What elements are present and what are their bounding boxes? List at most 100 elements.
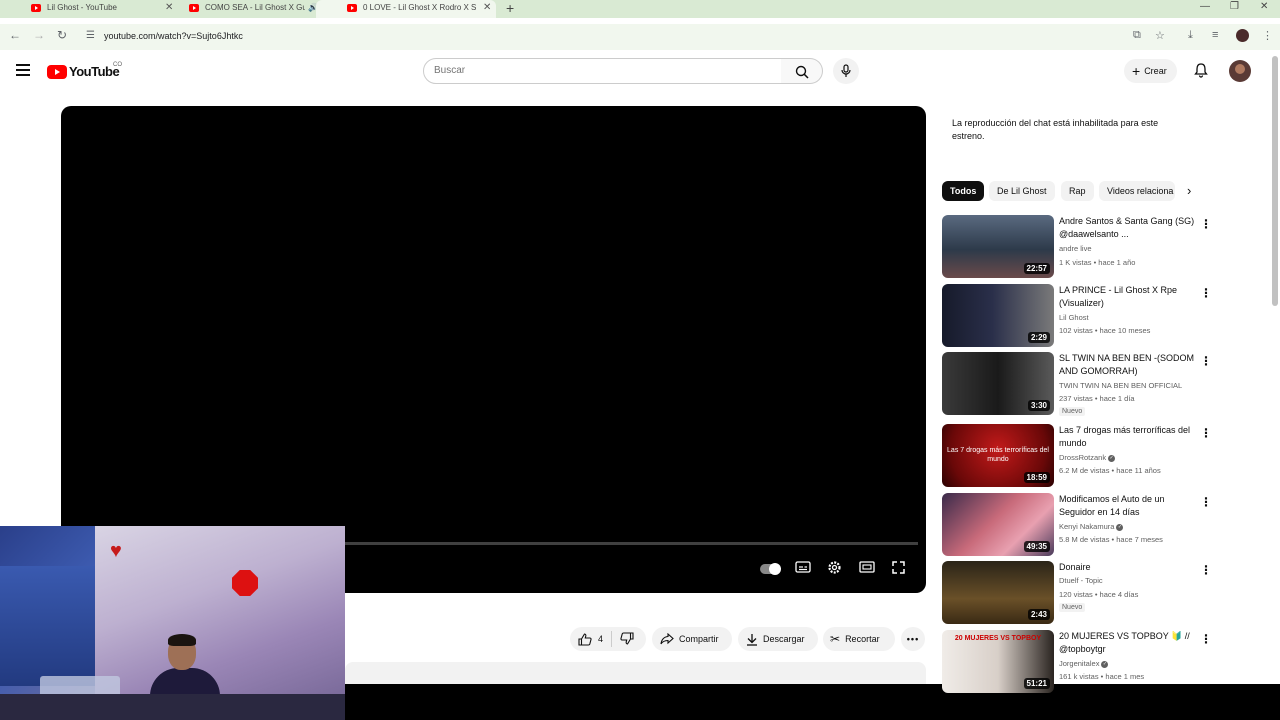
channel-name[interactable]: andre live xyxy=(1059,244,1092,253)
graffiti-wall xyxy=(95,526,345,696)
channel-name-text: DrossRotzank xyxy=(1059,453,1107,462)
video-thumbnail[interactable]: 49:35 xyxy=(942,493,1054,556)
more-vert-icon[interactable]: ⋮ xyxy=(1200,563,1212,577)
user-avatar[interactable] xyxy=(1229,60,1251,82)
restore-icon[interactable]: ❐ xyxy=(1230,1,1239,12)
media-control-icon[interactable]: ≡ xyxy=(1212,29,1218,41)
dislike-button[interactable] xyxy=(612,631,634,647)
more-vert-icon[interactable]: ⋮ xyxy=(1200,632,1212,646)
description-box[interactable] xyxy=(345,662,926,684)
channel-name[interactable]: Kenyi Nakamura ✓ xyxy=(1059,522,1124,531)
channel-name[interactable]: TWIN TWIN NA BEN BEN OFFICIAL xyxy=(1059,381,1182,390)
create-button[interactable]: + Crear xyxy=(1124,59,1177,83)
minimize-icon[interactable]: — xyxy=(1200,1,1210,12)
search-box[interactable] xyxy=(423,58,782,84)
video-player[interactable] xyxy=(61,106,926,593)
chip-todos[interactable]: Todos xyxy=(942,181,985,201)
bookmark-star-icon[interactable]: ☆ xyxy=(1155,29,1165,42)
channel-name[interactable]: Jorgenitalex ✓ xyxy=(1059,659,1109,668)
share-button[interactable]: Compartir xyxy=(652,627,732,651)
browser-tab-3-active[interactable]: 0 LOVE - Lil Ghost X Rodro X Sy ✕ xyxy=(316,0,496,18)
video-title[interactable]: Andre Santos & Santa Gang (SG) @daawelsa… xyxy=(1059,215,1197,241)
notifications-button[interactable] xyxy=(1193,62,1209,84)
thumbnail-caption: Las 7 drogas más terroríficas del mundo xyxy=(947,447,1049,463)
menu-icon[interactable] xyxy=(16,64,30,79)
download-button[interactable]: Descargar xyxy=(738,627,818,651)
browser-menu-icon[interactable]: ⋮ xyxy=(1262,29,1273,42)
video-meta: 6.2 M de vistas • hace 11 años xyxy=(1059,466,1161,475)
theater-mode-icon[interactable] xyxy=(859,560,875,574)
video-duration: 51:21 xyxy=(1023,678,1050,689)
close-tab-icon[interactable]: ✕ xyxy=(483,2,491,13)
chevron-right-icon[interactable]: › xyxy=(1187,183,1191,198)
list-item[interactable]: 22:57 Andre Santos & Santa Gang (SG) @da… xyxy=(942,215,1212,279)
more-actions-button[interactable]: ••• xyxy=(901,627,925,651)
video-duration: 2:29 xyxy=(1027,332,1050,343)
video-thumbnail[interactable]: 2:43 xyxy=(942,561,1054,624)
more-vert-icon[interactable]: ⋮ xyxy=(1200,217,1212,231)
new-badge: Nuevo xyxy=(1059,407,1086,416)
list-item[interactable]: 3:30 SL TWIN NA BEN BEN -(SODOM AND GOMO… xyxy=(942,352,1212,416)
youtube-logo[interactable]: YouTube CO xyxy=(47,62,122,79)
video-thumbnail[interactable]: 2:29 xyxy=(942,284,1054,347)
list-item[interactable]: 2:29 LA PRINCE - Lil Ghost X Rpe (Visual… xyxy=(942,284,1212,348)
more-vert-icon[interactable]: ⋮ xyxy=(1200,286,1212,300)
video-title[interactable]: Las 7 drogas más terroríficas del mundo xyxy=(1059,424,1197,450)
chip-rap[interactable]: Rap xyxy=(1061,181,1094,201)
browser-tab-1[interactable]: Lil Ghost - YouTube ✕ xyxy=(0,0,180,18)
channel-name[interactable]: Dtuelf - Topic xyxy=(1059,576,1103,585)
list-item[interactable]: 20 MUJERES VS TOPBOY 51:21 20 MUJERES VS… xyxy=(942,630,1212,694)
chip-de-lil-ghost[interactable]: De Lil Ghost xyxy=(989,181,1055,201)
logo-text: YouTube xyxy=(69,64,120,79)
chat-disabled-note: La reproducción del chat está inhabilita… xyxy=(952,118,1159,141)
search-input[interactable] xyxy=(434,65,754,76)
plus-icon: + xyxy=(1132,63,1141,79)
forward-icon[interactable]: → xyxy=(33,28,45,42)
video-thumbnail[interactable]: 22:57 xyxy=(942,215,1054,278)
reload-icon[interactable]: ↻ xyxy=(57,28,67,42)
list-item[interactable]: Las 7 drogas más terroríficas del mundo … xyxy=(942,424,1212,488)
back-icon[interactable]: ← xyxy=(9,28,21,42)
more-vert-icon[interactable]: ⋮ xyxy=(1200,495,1212,509)
like-button[interactable]: 4 xyxy=(570,632,603,646)
video-title[interactable]: Donaire xyxy=(1059,561,1197,574)
progress-bar[interactable] xyxy=(341,542,918,545)
more-vert-icon[interactable]: ⋮ xyxy=(1200,426,1212,440)
video-title[interactable]: Modificamos el Auto de un Seguidor en 14… xyxy=(1059,493,1197,519)
fullscreen-icon[interactable] xyxy=(891,560,906,575)
video-thumbnail[interactable]: Las 7 drogas más terroríficas del mundo … xyxy=(942,424,1054,487)
chip-videos-relacionados[interactable]: Videos relaciona xyxy=(1099,181,1175,201)
more-horizontal-icon: ••• xyxy=(906,634,920,644)
url-text[interactable]: youtube.com/watch?v=Sujto6Jhtkc xyxy=(104,31,243,41)
subtitles-icon[interactable] xyxy=(795,560,811,574)
close-window-icon[interactable]: ✕ xyxy=(1260,1,1268,12)
browser-tab-2[interactable]: COMO SEA - Lil Ghost X Gu 🔊 ✕ xyxy=(158,0,338,18)
browser-profile-avatar[interactable] xyxy=(1236,29,1249,42)
download-icon[interactable]: ⤓ xyxy=(1188,29,1193,42)
channel-name[interactable]: DrossRotzank ✓ xyxy=(1059,453,1116,462)
more-vert-icon[interactable]: ⋮ xyxy=(1200,354,1212,368)
search-button[interactable] xyxy=(781,58,823,84)
site-info-icon[interactable]: ☰ xyxy=(86,30,95,41)
video-title[interactable]: SL TWIN NA BEN BEN -(SODOM AND GOMORRAH) xyxy=(1059,352,1197,378)
list-item[interactable]: 2:43 Donaire Dtuelf - Topic 120 vistas •… xyxy=(942,561,1212,625)
autoplay-toggle[interactable] xyxy=(760,563,781,575)
thumbs-up-icon xyxy=(578,632,592,646)
video-thumbnail[interactable]: 3:30 xyxy=(942,352,1054,415)
install-app-icon[interactable]: ⧉ xyxy=(1133,29,1141,42)
list-item[interactable]: 49:35 Modificamos el Auto de un Seguidor… xyxy=(942,493,1212,557)
video-title[interactable]: 20 MUJERES VS TOPBOY 🔰 // @topboytgr xyxy=(1059,630,1197,656)
video-duration: 2:43 xyxy=(1027,609,1050,620)
video-thumbnail[interactable]: 20 MUJERES VS TOPBOY 51:21 xyxy=(942,630,1054,693)
search-icon xyxy=(795,65,809,79)
voice-search-button[interactable] xyxy=(833,58,859,84)
new-tab-icon[interactable]: + xyxy=(506,0,514,16)
page-scrollbar[interactable] xyxy=(1272,56,1278,306)
channel-name[interactable]: Lil Ghost xyxy=(1059,313,1089,322)
create-label: Crear xyxy=(1144,66,1167,76)
clip-button[interactable]: ✂ Recortar xyxy=(823,627,895,651)
verified-check-icon: ✓ xyxy=(1108,454,1116,462)
video-title[interactable]: LA PRINCE - Lil Ghost X Rpe (Visualizer) xyxy=(1059,284,1197,310)
tab-title: Lil Ghost - YouTube xyxy=(47,3,117,12)
settings-gear-icon[interactable] xyxy=(827,560,842,575)
